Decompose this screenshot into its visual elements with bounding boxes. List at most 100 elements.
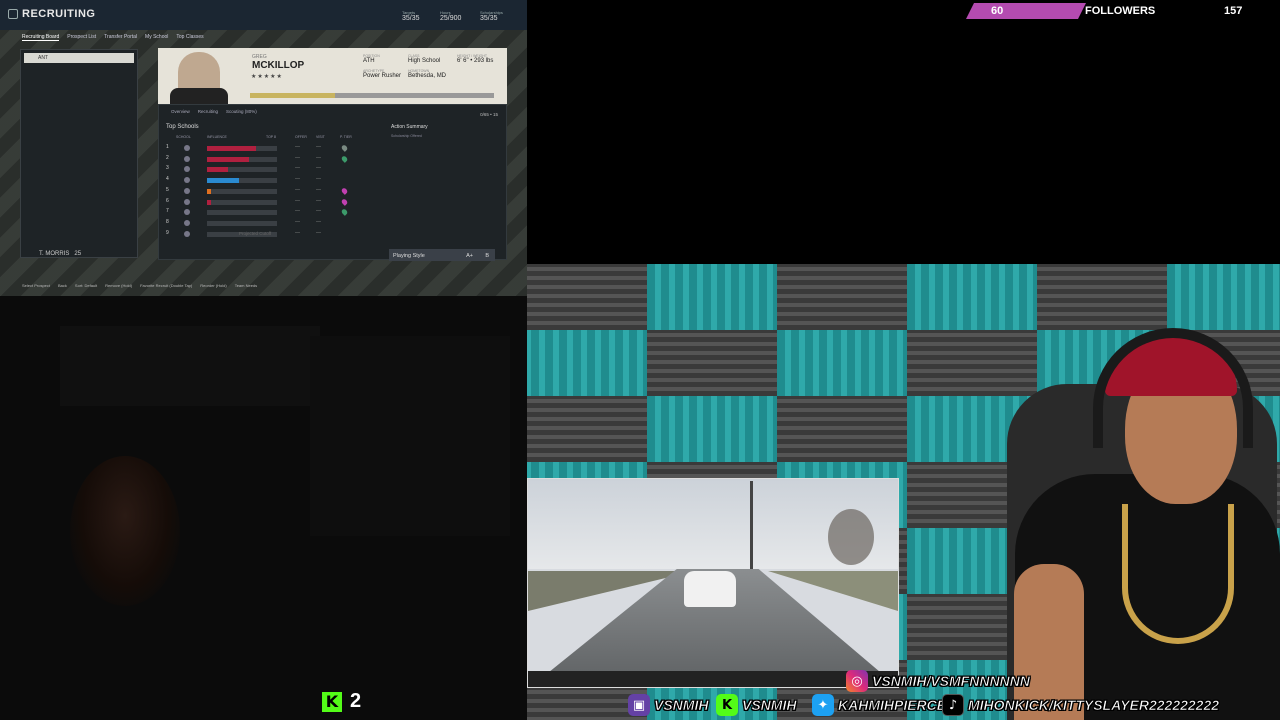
hours-readout: 0/65 • 15 — [480, 112, 498, 117]
offer-dash: — — [295, 176, 300, 183]
tab-my-school[interactable]: My School — [145, 34, 168, 40]
foam-tile — [777, 264, 913, 330]
offer-dash: — — [295, 165, 300, 172]
projected-cutoff: Projected Cutoff — [239, 231, 272, 236]
col-ptier: P. TIER — [340, 135, 352, 139]
hint-team-needs: Team Needs — [234, 283, 258, 288]
player-progress-bar — [250, 93, 494, 98]
player-progress-fill — [250, 93, 336, 98]
twitter-icon: ✦ — [812, 694, 834, 716]
twitter-handle: KAHMIHPIERCE — [838, 697, 947, 714]
influence-track — [207, 156, 277, 162]
player-avatar — [170, 52, 228, 104]
social-twitter: ✦ KAHMIHPIERCE — [812, 694, 946, 716]
school-rank: 7 — [166, 208, 169, 215]
influence-track — [207, 210, 277, 216]
hint-back: Back — [58, 283, 67, 288]
hint-remove: Remove (Hold) — [105, 283, 133, 288]
offer-dash: — — [295, 197, 300, 204]
influence-track — [207, 199, 277, 205]
school-logo-icon — [184, 145, 190, 151]
video-tree — [828, 509, 874, 565]
school-logo-icon — [184, 219, 190, 226]
school-row[interactable]: 5 — — — [166, 187, 366, 196]
followers-current: 60 — [991, 5, 1004, 17]
tab-recruiting[interactable]: Recruiting — [198, 109, 218, 114]
school-logo-icon — [184, 198, 190, 205]
action-summary-item: Scholarship Offered — [391, 134, 422, 138]
col-top8: TOP 8 — [266, 135, 276, 139]
foam-tile — [527, 396, 653, 462]
offer-dash: — — [295, 186, 300, 193]
school-row[interactable]: 8 — — — [166, 219, 366, 228]
school-rank: 6 — [166, 197, 169, 204]
foam-tile — [907, 330, 1043, 396]
foam-tile — [1167, 264, 1280, 330]
school-rank: 8 — [166, 218, 169, 225]
tab-recruiting-board[interactable]: Recruiting Board — [22, 34, 60, 41]
playing-style-label: Playing Style — [393, 253, 425, 259]
detail-tabs: Overview Recruiting Scouting (80%) — [171, 109, 257, 114]
visit-dash: — — [316, 208, 321, 215]
player-archetype: ARCHETYPE Power Rusher — [363, 69, 402, 79]
school-row[interactable]: 3 — — — [166, 165, 366, 174]
tab-transfer-portal[interactable]: Transfer Portal — [104, 34, 137, 40]
player-position: POSITION ATH — [363, 54, 380, 64]
school-row[interactable]: 2 — — — [166, 155, 366, 164]
tab-top-classes[interactable]: Top Classes — [176, 34, 203, 40]
offer-dash: — — [295, 208, 300, 215]
school-row[interactable]: 7 — — — [166, 208, 366, 217]
video-utility-pole — [750, 481, 753, 573]
school-row[interactable]: 6 — — — [166, 198, 366, 207]
twitch-icon: ▣ — [628, 694, 650, 716]
col-school: SCHOOL — [176, 135, 191, 139]
recruit-list: ANT T. MORRIS 25 — [20, 49, 138, 258]
school-logo-icon — [184, 209, 190, 216]
gold-chain — [1122, 504, 1234, 644]
col-influence: INFLUENCE — [207, 135, 227, 139]
playing-style-grade-2: B — [485, 253, 489, 259]
tab-prospect-list[interactable]: Prospect List — [67, 34, 96, 40]
tier-pin-icon — [340, 197, 349, 206]
game-capture: RECRUITING Targets 35/35 Hours 25/900 Scho… — [0, 0, 527, 296]
school-row[interactable]: 1 — — — [166, 144, 366, 153]
social-kick: K VSNMIH — [716, 694, 797, 716]
influence-track — [207, 188, 277, 194]
tier-pin-icon — [340, 144, 349, 152]
influence-track — [207, 146, 277, 151]
instagram-icon: ◎ — [846, 670, 868, 692]
followers-goal-bar: 60 FOLLOWERS 157 — [966, 3, 1280, 19]
influence-fill — [207, 167, 228, 173]
tier-pin-icon — [340, 186, 349, 195]
tab-scouting[interactable]: Scouting (80%) — [226, 109, 257, 114]
foam-tile — [907, 264, 1043, 330]
social-handles: ◎ VSNMIH/VSMFNNNNNN ▣ VSNMIH K VSNMIH ✦ … — [626, 669, 1280, 720]
stat-scholarships: Scholarships 35/35 — [480, 10, 503, 22]
controller-hints: Select Prospect Back Sort: Default Remov… — [22, 283, 257, 288]
offer-dash: — — [295, 144, 300, 150]
school-logo-icon — [184, 166, 190, 173]
foam-tile — [647, 330, 783, 396]
influence-track — [207, 167, 277, 173]
school-row[interactable]: 4 — — — [166, 176, 366, 185]
followers-goal: 157 — [1224, 5, 1243, 17]
playing-style-row[interactable]: Playing Style A+ B — [389, 249, 495, 261]
kick-viewer-count: K 2 — [322, 690, 361, 713]
player-last-name: MCKILLOP — [252, 60, 305, 71]
visit-dash: — — [316, 197, 321, 204]
influence-fill — [207, 178, 239, 184]
recruit-list-header[interactable]: ANT — [24, 53, 134, 63]
visit-dash: — — [316, 229, 321, 236]
kick-icon: K — [716, 694, 738, 716]
tab-overview[interactable]: Overview — [171, 109, 190, 114]
instagram-handle: VSNMIH/VSMFNNNNNN — [872, 673, 1030, 690]
tier-pin-icon — [340, 154, 349, 163]
school-rank: 9 — [166, 229, 169, 236]
col-offer: OFFER — [295, 135, 307, 139]
player-height-weight: HEIGHT / WEIGHT 6' 6" • 293 lbs — [457, 54, 494, 64]
visit-dash: — — [316, 154, 321, 161]
hint-reorder: Reorder (Hold) — [200, 283, 227, 288]
foam-tile — [527, 330, 653, 396]
tier-pin-icon — [340, 208, 349, 217]
dashcam-video[interactable] — [527, 478, 899, 688]
